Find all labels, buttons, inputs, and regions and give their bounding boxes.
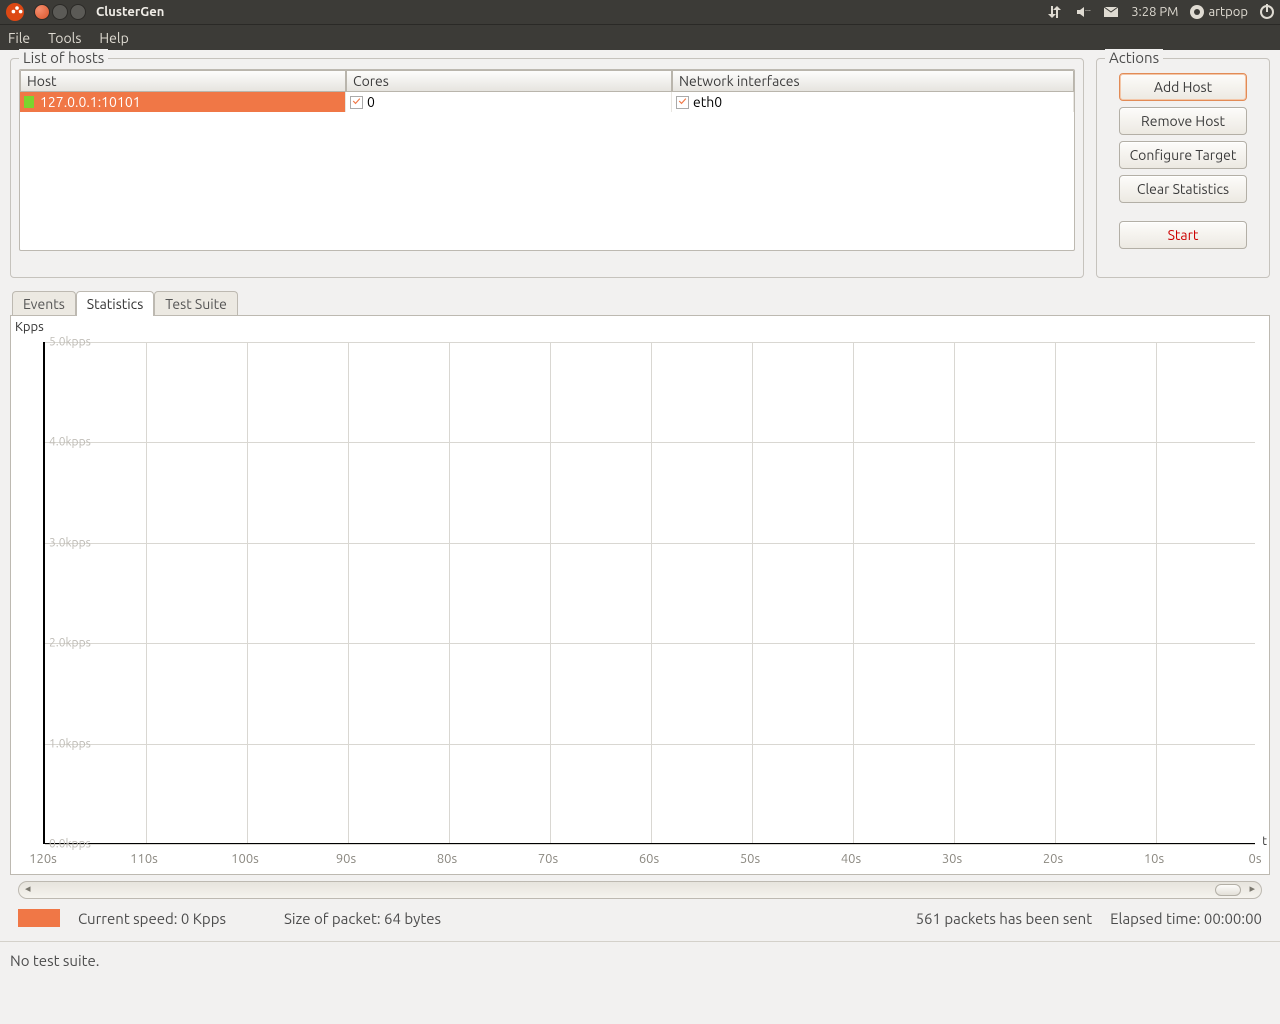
net-checkbox[interactable]: [676, 96, 689, 109]
scrollbar-thumb[interactable]: [1215, 884, 1241, 896]
y-tick: 0.0kpps: [49, 838, 91, 851]
x-tick: 50s: [740, 852, 760, 866]
packet-size: Size of packet: 64 bytes: [284, 910, 441, 927]
hosts-header-row: Host Cores Network interfaces: [20, 70, 1074, 92]
tab-events[interactable]: Events: [12, 291, 76, 316]
x-tick: 80s: [437, 852, 457, 866]
x-tick: 90s: [336, 852, 356, 866]
add-host-button[interactable]: Add Host: [1119, 73, 1247, 101]
actions-legend: Actions: [1105, 49, 1163, 66]
mail-icon[interactable]: [1103, 4, 1119, 20]
x-tick: 40s: [841, 852, 861, 866]
user-name: artpop: [1208, 5, 1248, 19]
series-color-swatch: [18, 909, 60, 927]
table-row[interactable]: 127.0.0.1:10101 0 eth0: [20, 92, 1074, 112]
x-tick: 60s: [639, 852, 659, 866]
cell-cores: 0: [346, 92, 672, 112]
footer-status: No test suite.: [0, 941, 1280, 981]
user-menu[interactable]: artpop: [1190, 5, 1248, 19]
volume-icon[interactable]: ···: [1075, 4, 1091, 20]
window-buttons: [34, 4, 86, 20]
app-title: ClusterGen: [96, 5, 164, 19]
y-tick: 3.0kpps: [49, 536, 91, 549]
system-bar: ClusterGen ··· 3:28 PM artpop: [0, 0, 1280, 24]
chart-plot-area: 5.0kpps4.0kpps3.0kpps2.0kpps1.0kpps0.0kp…: [43, 342, 1255, 844]
svg-text:···: ···: [1085, 6, 1091, 15]
col-header-cores[interactable]: Cores: [346, 70, 672, 92]
x-tick: 0s: [1249, 852, 1262, 866]
cell-host: 127.0.0.1:10101: [20, 92, 346, 112]
chart-x-label: t: [1262, 835, 1267, 848]
y-tick: 2.0kpps: [49, 637, 91, 650]
hosts-legend: List of hosts: [19, 49, 108, 66]
clear-statistics-button[interactable]: Clear Statistics: [1119, 175, 1247, 203]
y-tick: 5.0kpps: [49, 336, 91, 349]
host-address: 127.0.0.1:10101: [40, 94, 141, 110]
start-button[interactable]: Start: [1119, 221, 1247, 249]
system-tray: ··· 3:28 PM artpop: [1047, 4, 1274, 20]
menu-tools[interactable]: Tools: [48, 30, 81, 46]
x-tick: 30s: [942, 852, 962, 866]
packets-sent: 561 packets has been sent: [916, 910, 1093, 927]
power-icon[interactable]: [1260, 5, 1274, 19]
status-row: Current speed: 0 Kpps Size of packet: 64…: [10, 899, 1270, 933]
menu-file[interactable]: File: [8, 30, 30, 46]
net-value: eth0: [693, 94, 722, 110]
current-speed: Current speed: 0 Kpps: [78, 910, 226, 927]
cell-net: eth0: [672, 92, 1074, 112]
remove-host-button[interactable]: Remove Host: [1119, 107, 1247, 135]
x-tick: 100s: [231, 852, 259, 866]
x-tick: 70s: [538, 852, 558, 866]
chart-y-label: Kpps: [15, 320, 44, 334]
cores-checkbox[interactable]: [350, 96, 363, 109]
tab-test-suite[interactable]: Test Suite: [154, 291, 238, 316]
chart-scrollbar[interactable]: [18, 881, 1262, 899]
menu-bar: File Tools Help: [0, 24, 1280, 50]
window-minimize-button[interactable]: [52, 4, 68, 20]
chart-panel: Kpps t 5.0kpps 4.0kpps 3.0kpps 2.0kpps 1.0kp…: [10, 315, 1270, 875]
network-icon[interactable]: [1047, 4, 1063, 20]
y-tick: 4.0kpps: [49, 436, 91, 449]
tab-statistics[interactable]: Statistics: [76, 291, 154, 316]
x-tick: 120s: [29, 852, 57, 866]
clock[interactable]: 3:28 PM: [1131, 5, 1178, 19]
y-tick: 1.0kpps: [49, 737, 91, 750]
host-status-swatch: [24, 96, 34, 108]
ubuntu-logo-icon[interactable]: [6, 3, 24, 21]
user-icon: [1190, 5, 1204, 19]
col-header-host[interactable]: Host: [20, 70, 346, 92]
configure-target-button[interactable]: Configure Target: [1119, 141, 1247, 169]
x-tick: 110s: [130, 852, 158, 866]
window-close-button[interactable]: [34, 4, 50, 20]
x-tick: 10s: [1144, 852, 1164, 866]
actions-frame: Actions Add Host Remove Host Configure T…: [1096, 58, 1270, 278]
window-maximize-button[interactable]: [70, 4, 86, 20]
cores-value: 0: [367, 94, 375, 110]
hosts-frame: List of hosts Host Cores Network interfa…: [10, 58, 1084, 278]
elapsed-time: Elapsed time: 00:00:00: [1110, 910, 1262, 927]
col-header-net[interactable]: Network interfaces: [672, 70, 1074, 92]
tab-bar: Events Statistics Test Suite: [10, 290, 1270, 315]
hosts-table: Host Cores Network interfaces 127.0.0.1:…: [19, 69, 1075, 251]
menu-help[interactable]: Help: [99, 30, 128, 46]
x-tick: 20s: [1043, 852, 1063, 866]
